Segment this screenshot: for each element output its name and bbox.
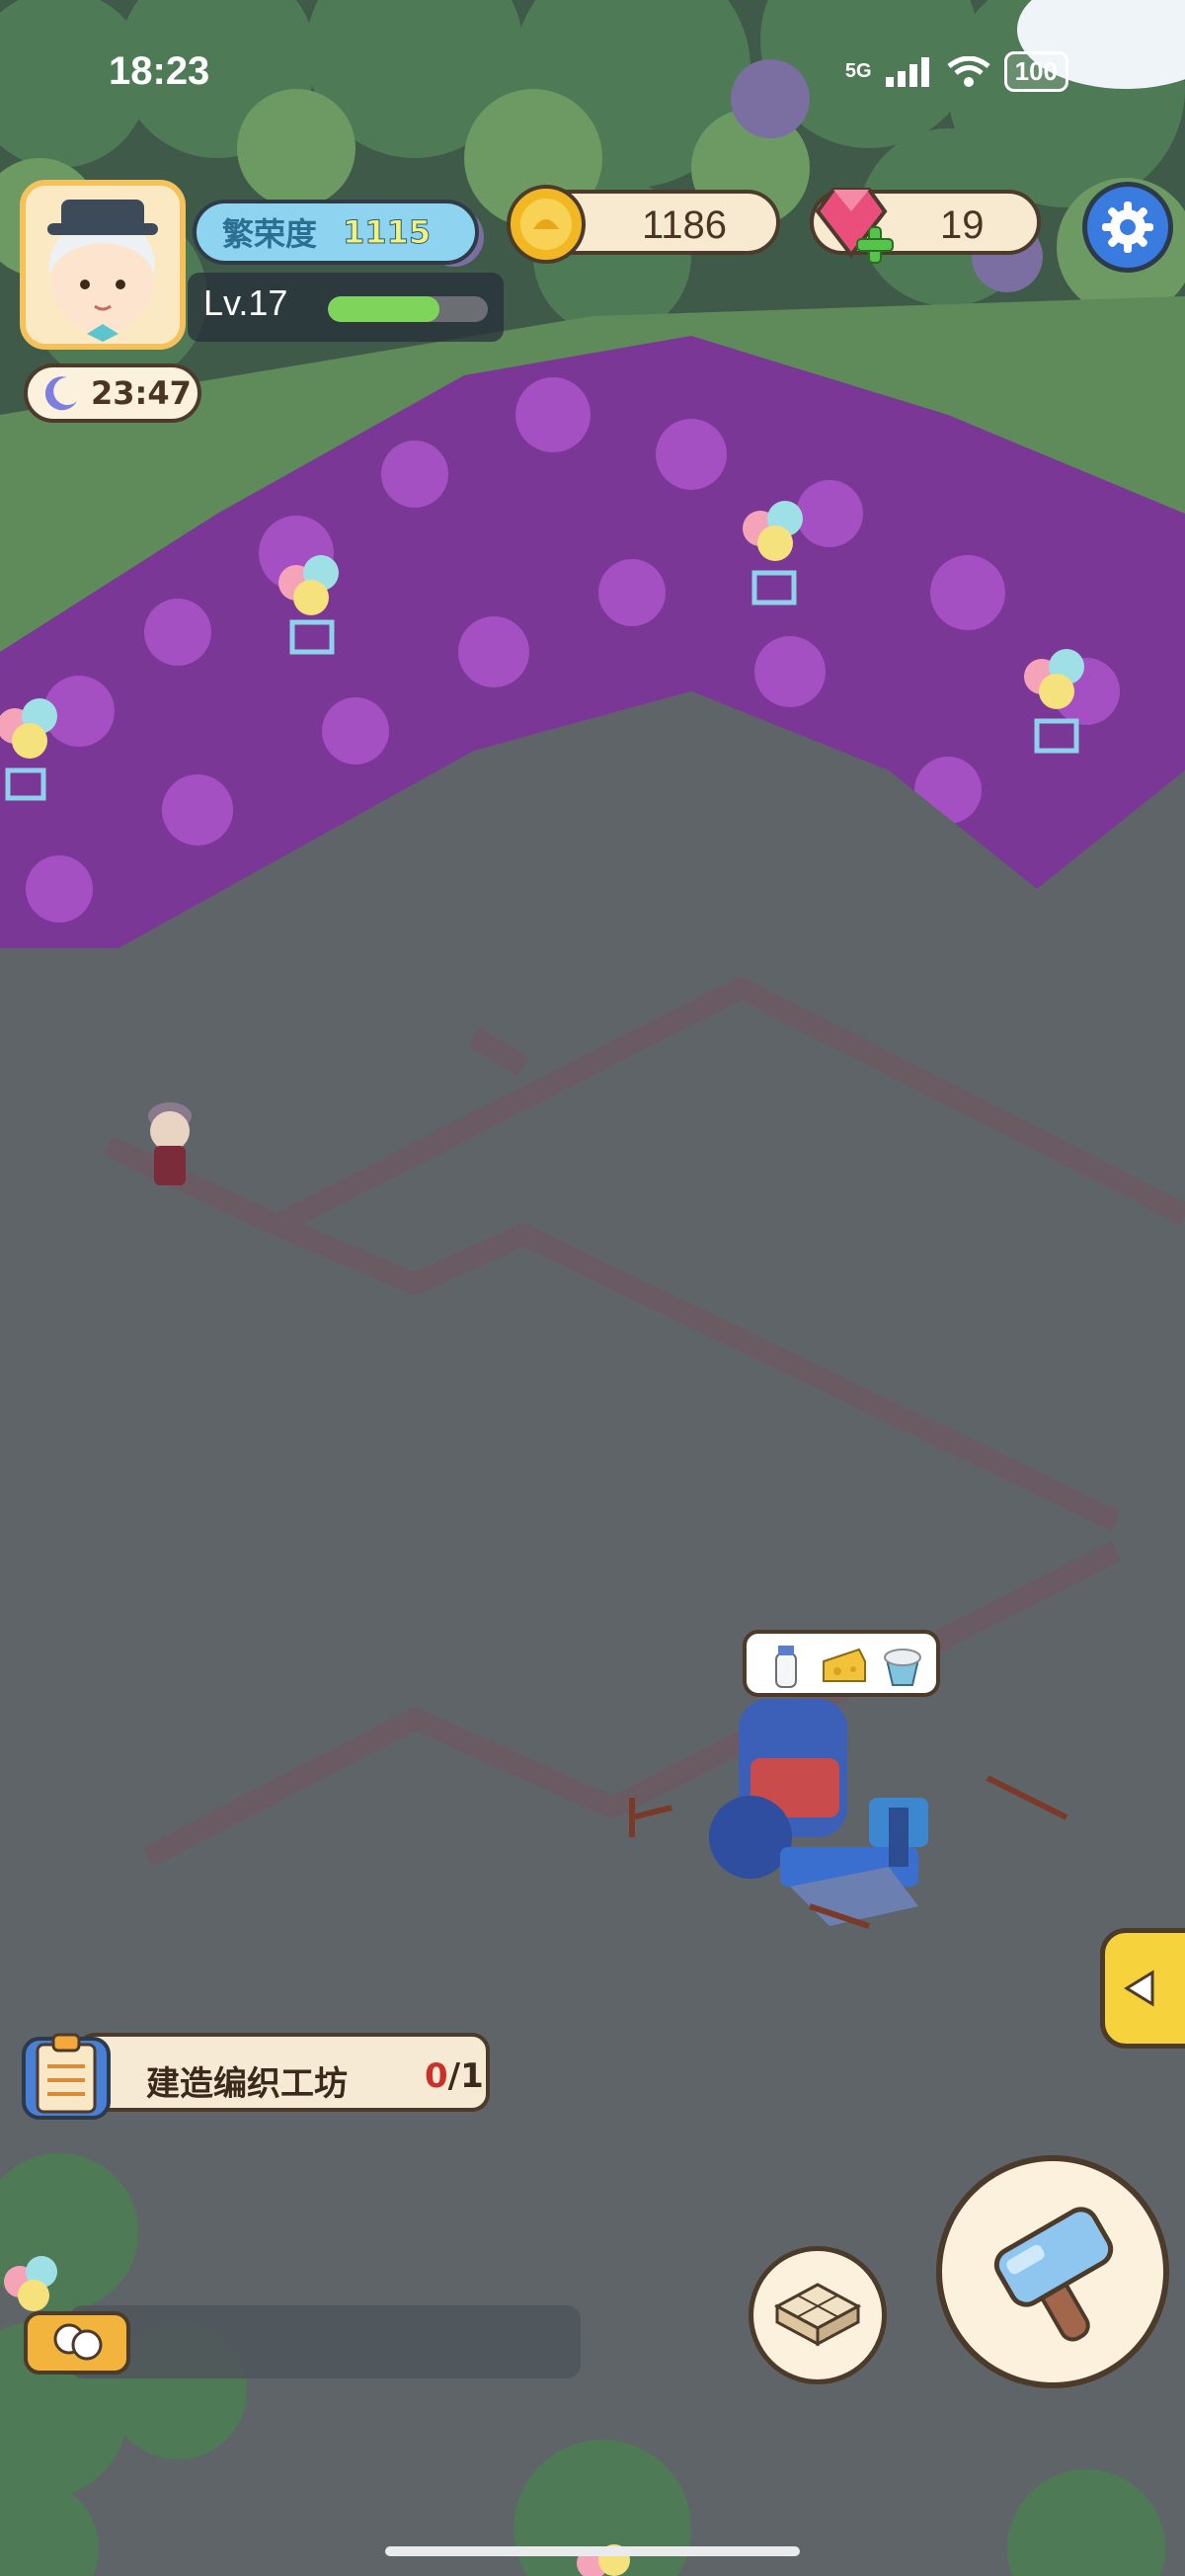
clipboard-icon	[22, 2033, 111, 2120]
add-gems-icon[interactable]	[853, 223, 897, 267]
status-time: 18:23	[109, 49, 210, 93]
build-button[interactable]	[936, 2155, 1169, 2388]
cellular-signal-icon	[885, 56, 929, 87]
settings-button[interactable]	[1082, 182, 1173, 273]
night-timer-text: 23:47	[91, 374, 192, 412]
xp-bar-fill	[328, 296, 440, 322]
prosperity-pill: 繁荣度 1115	[193, 200, 479, 265]
wifi-icon	[947, 55, 990, 87]
status-indicators: 5G 100	[845, 51, 1068, 92]
quest-pill: 建造编织工坊 0/1	[77, 2033, 490, 2112]
player-card[interactable]: 繁荣度 1115 Lv.17	[20, 180, 504, 350]
side-panel-toggle[interactable]	[1100, 1928, 1185, 2049]
quest-title: 建造编织工坊	[146, 2064, 348, 2104]
floor-tile-button[interactable]	[749, 2246, 887, 2384]
hammer-icon	[993, 2207, 1114, 2342]
prosperity-label: 繁荣度	[222, 215, 318, 253]
floor-tile-icon	[773, 2283, 862, 2347]
xp-bar	[328, 296, 488, 322]
night-timer: 23:47	[24, 363, 201, 423]
quest-tracker[interactable]: 建造编织工坊 0/1	[18, 2027, 490, 2120]
chat-bar[interactable]	[69, 2305, 581, 2378]
avatar[interactable]	[20, 180, 186, 350]
cheese-icon	[823, 1648, 866, 1682]
triangle-left-icon	[1124, 1970, 1154, 2007]
prosperity-value: 1115	[343, 213, 432, 252]
battery-icon: 100	[1003, 51, 1068, 92]
coin-icon	[507, 185, 586, 264]
gear-icon	[1102, 201, 1153, 253]
coin-value: 1186	[642, 203, 728, 247]
production-bubble[interactable]	[743, 1630, 940, 1697]
home-indicator[interactable]	[385, 2546, 800, 2556]
player-level: Lv.17	[203, 282, 288, 323]
chat-bubbles-icon	[53, 2323, 103, 2361]
gem-value: 19	[940, 203, 985, 247]
network-label: 5G	[844, 60, 872, 82]
yogurt-icon	[884, 1649, 921, 1686]
moon-icon	[44, 376, 77, 411]
quest-progress: 0/1	[425, 2056, 484, 2096]
milk-bottle-icon	[775, 1646, 797, 1688]
chat-button[interactable]	[24, 2311, 130, 2375]
